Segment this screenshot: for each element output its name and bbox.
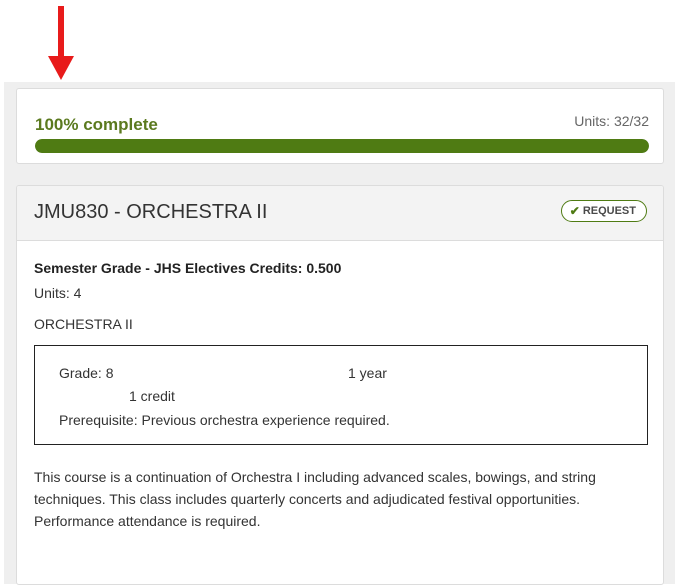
red-down-arrow-icon <box>48 6 74 80</box>
progress-bar <box>35 139 649 153</box>
request-button-label: REQUEST <box>582 205 636 217</box>
course-title: JMU830 - ORCHESTRA II <box>34 201 268 223</box>
course-header: JMU830 - ORCHESTRA II ✔ REQUEST <box>17 186 663 241</box>
progress-bar-fill <box>35 139 649 153</box>
check-icon: ✔ <box>569 204 580 218</box>
grade-credits: Semester Grade - JHS Electives Credits: … <box>34 260 342 276</box>
progress-card: 100% complete Units: 32/32 <box>16 88 664 164</box>
course-body: Semester Grade - JHS Electives Credits: … <box>34 260 648 332</box>
prerequisite: Prerequisite: Previous orchestra experie… <box>59 412 390 428</box>
course-list-panel: 100% complete Units: 32/32 JMU830 - ORCH… <box>4 82 675 585</box>
course-description: This course is a continuation of Orchest… <box>34 469 600 529</box>
course-card: JMU830 - ORCHESTRA II ✔ REQUEST Semester… <box>16 185 664 585</box>
course-name: ORCHESTRA II <box>34 316 133 332</box>
grade-level: Grade: 8 <box>59 365 114 381</box>
course-units: Units: 4 <box>34 285 82 301</box>
course-details-box: Grade: 8 1 year 1 credit Prerequisite: P… <box>34 345 648 445</box>
units-total: Units: 32/32 <box>574 113 649 129</box>
request-button[interactable]: ✔ REQUEST <box>560 200 647 222</box>
progress-label: 100% complete <box>35 115 158 134</box>
course-duration: 1 year <box>348 365 387 381</box>
course-credit: 1 credit <box>129 388 175 404</box>
